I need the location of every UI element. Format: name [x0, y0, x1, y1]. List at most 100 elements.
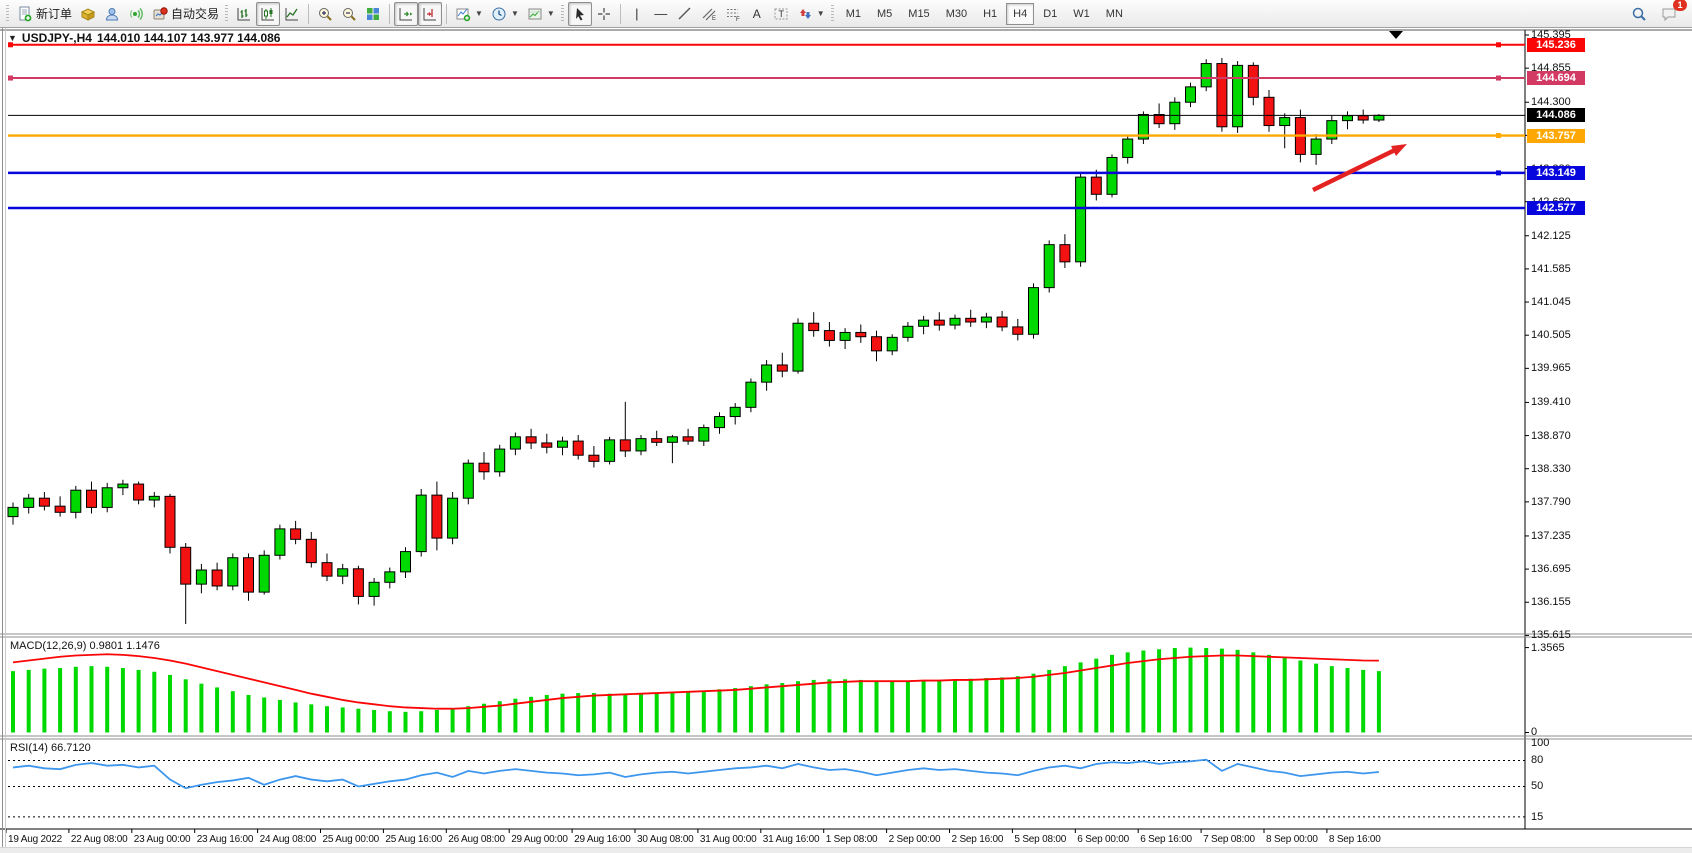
- timeframe-button-H4[interactable]: H4: [1006, 3, 1034, 25]
- macd-histogram-bar: [168, 675, 172, 733]
- macd-histogram-bar: [215, 687, 219, 732]
- fibonacci-button[interactable]: F: [721, 2, 745, 26]
- text-label-button[interactable]: T: [769, 2, 793, 26]
- candle-body: [997, 317, 1007, 327]
- toolbar-grip[interactable]: [561, 5, 564, 23]
- indicators-button[interactable]: ▼: [451, 2, 487, 26]
- candle-body: [385, 572, 395, 582]
- candle-body: [55, 506, 65, 512]
- crosshair-button[interactable]: [592, 2, 616, 26]
- cursor-button[interactable]: [568, 2, 592, 26]
- macd-histogram-bar: [655, 692, 659, 732]
- hline-handle[interactable]: [1496, 76, 1501, 81]
- macd-histogram-bar: [984, 678, 988, 732]
- chart-window: ▼ USDJPY-,H4 144.010 144.107 143.977 144…: [0, 28, 1692, 853]
- chevron-down-icon: ▼: [511, 9, 519, 18]
- macd-histogram-bar: [1047, 670, 1051, 733]
- macd-histogram-bar: [1189, 648, 1193, 733]
- macd-histogram-bar: [1377, 671, 1381, 732]
- timeframe-button-M1[interactable]: M1: [839, 3, 868, 25]
- macd-histogram-bar: [1314, 664, 1318, 733]
- timeframe-button-D1[interactable]: D1: [1036, 3, 1064, 25]
- macd-histogram-bar: [843, 679, 847, 732]
- market-button[interactable]: [76, 2, 100, 26]
- trendline-button[interactable]: [673, 2, 697, 26]
- toolbar-grip[interactable]: [225, 5, 228, 23]
- timeframe-button-MN[interactable]: MN: [1099, 3, 1130, 25]
- package-icon: [80, 6, 96, 22]
- timeframe-button-H1[interactable]: H1: [976, 3, 1004, 25]
- text-button[interactable]: A: [745, 2, 769, 26]
- candlestick-button[interactable]: [256, 2, 280, 26]
- chart-shift-button[interactable]: [418, 2, 442, 26]
- candle-body: [589, 455, 599, 461]
- zoom-out-button[interactable]: [337, 2, 361, 26]
- candle-body: [338, 569, 348, 576]
- macd-histogram-bar: [937, 680, 941, 733]
- candles-icon: [260, 6, 276, 22]
- macd-histogram-bar: [105, 667, 109, 733]
- periods-button[interactable]: ▼: [487, 2, 523, 26]
- horizontal-line-button[interactable]: —: [649, 2, 673, 26]
- hline-handle[interactable]: [1496, 42, 1501, 47]
- timeframe-button-M30[interactable]: M30: [939, 3, 974, 25]
- macd-histogram-bar: [1063, 666, 1067, 732]
- timeframe-button-W1[interactable]: W1: [1066, 3, 1097, 25]
- macd-histogram-bar: [969, 679, 973, 733]
- macd-histogram-bar: [372, 710, 376, 733]
- candle-body: [919, 320, 929, 326]
- hline-handle[interactable]: [1496, 170, 1501, 175]
- news-button[interactable]: [124, 2, 148, 26]
- hline-handle[interactable]: [8, 42, 13, 47]
- candle-body: [479, 463, 489, 472]
- channel-sub-label: E: [712, 16, 716, 22]
- auto-scroll-button[interactable]: [394, 2, 418, 26]
- candle-body: [165, 496, 175, 547]
- zoom-in-button[interactable]: [313, 2, 337, 26]
- new-order-button[interactable]: 新订单: [13, 2, 76, 26]
- arrows-button[interactable]: ▼: [793, 2, 829, 26]
- candle-body: [1264, 97, 1274, 125]
- candle-body: [934, 320, 944, 325]
- timeframe-button-M15[interactable]: M15: [901, 3, 936, 25]
- search-button[interactable]: [1627, 2, 1651, 26]
- auto-scroll-icon: [398, 6, 414, 22]
- toolbar-grip[interactable]: [831, 5, 834, 23]
- annotation-arrow-head[interactable]: [1391, 144, 1407, 156]
- candle-body: [1013, 327, 1023, 334]
- line-chart-button[interactable]: [280, 2, 304, 26]
- annotation-arrow-line[interactable]: [1313, 150, 1395, 190]
- autotrading-button[interactable]: 自动交易: [148, 2, 223, 26]
- candle-body: [196, 570, 206, 584]
- bar-chart-button[interactable]: [232, 2, 256, 26]
- candle-body: [1311, 139, 1321, 154]
- macd-histogram-bar: [890, 681, 894, 732]
- candle-body: [102, 488, 112, 508]
- vertical-line-button[interactable]: |: [625, 2, 649, 26]
- chart-canvas[interactable]: [0, 28, 1692, 853]
- autotrading-label: 自动交易: [171, 5, 219, 22]
- chevron-down-icon: ▼: [817, 9, 825, 18]
- signals-button[interactable]: [100, 2, 124, 26]
- macd-histogram-bar: [1000, 677, 1004, 732]
- candle-body: [510, 437, 520, 449]
- hline-handle[interactable]: [8, 76, 13, 81]
- candle-body: [1091, 177, 1101, 194]
- candle-body: [1044, 245, 1054, 288]
- hline-handle[interactable]: [1496, 133, 1501, 138]
- templates-button[interactable]: ▼: [523, 2, 559, 26]
- candle-body: [950, 318, 960, 325]
- candle-body: [620, 440, 630, 451]
- macd-histogram-bar: [812, 680, 816, 733]
- macd-histogram-bar: [74, 667, 78, 733]
- macd-histogram-bar: [482, 704, 486, 733]
- equidistant-channel-button[interactable]: E: [697, 2, 721, 26]
- notifications-button[interactable]: 1: [1657, 2, 1682, 26]
- candle-body: [1343, 116, 1353, 121]
- candle-body: [306, 539, 316, 562]
- candle-body: [259, 555, 269, 592]
- macd-histogram-bar: [827, 679, 831, 732]
- timeframe-button-M5[interactable]: M5: [870, 3, 899, 25]
- tile-windows-button[interactable]: [361, 2, 385, 26]
- toolbar-grip[interactable]: [6, 5, 9, 23]
